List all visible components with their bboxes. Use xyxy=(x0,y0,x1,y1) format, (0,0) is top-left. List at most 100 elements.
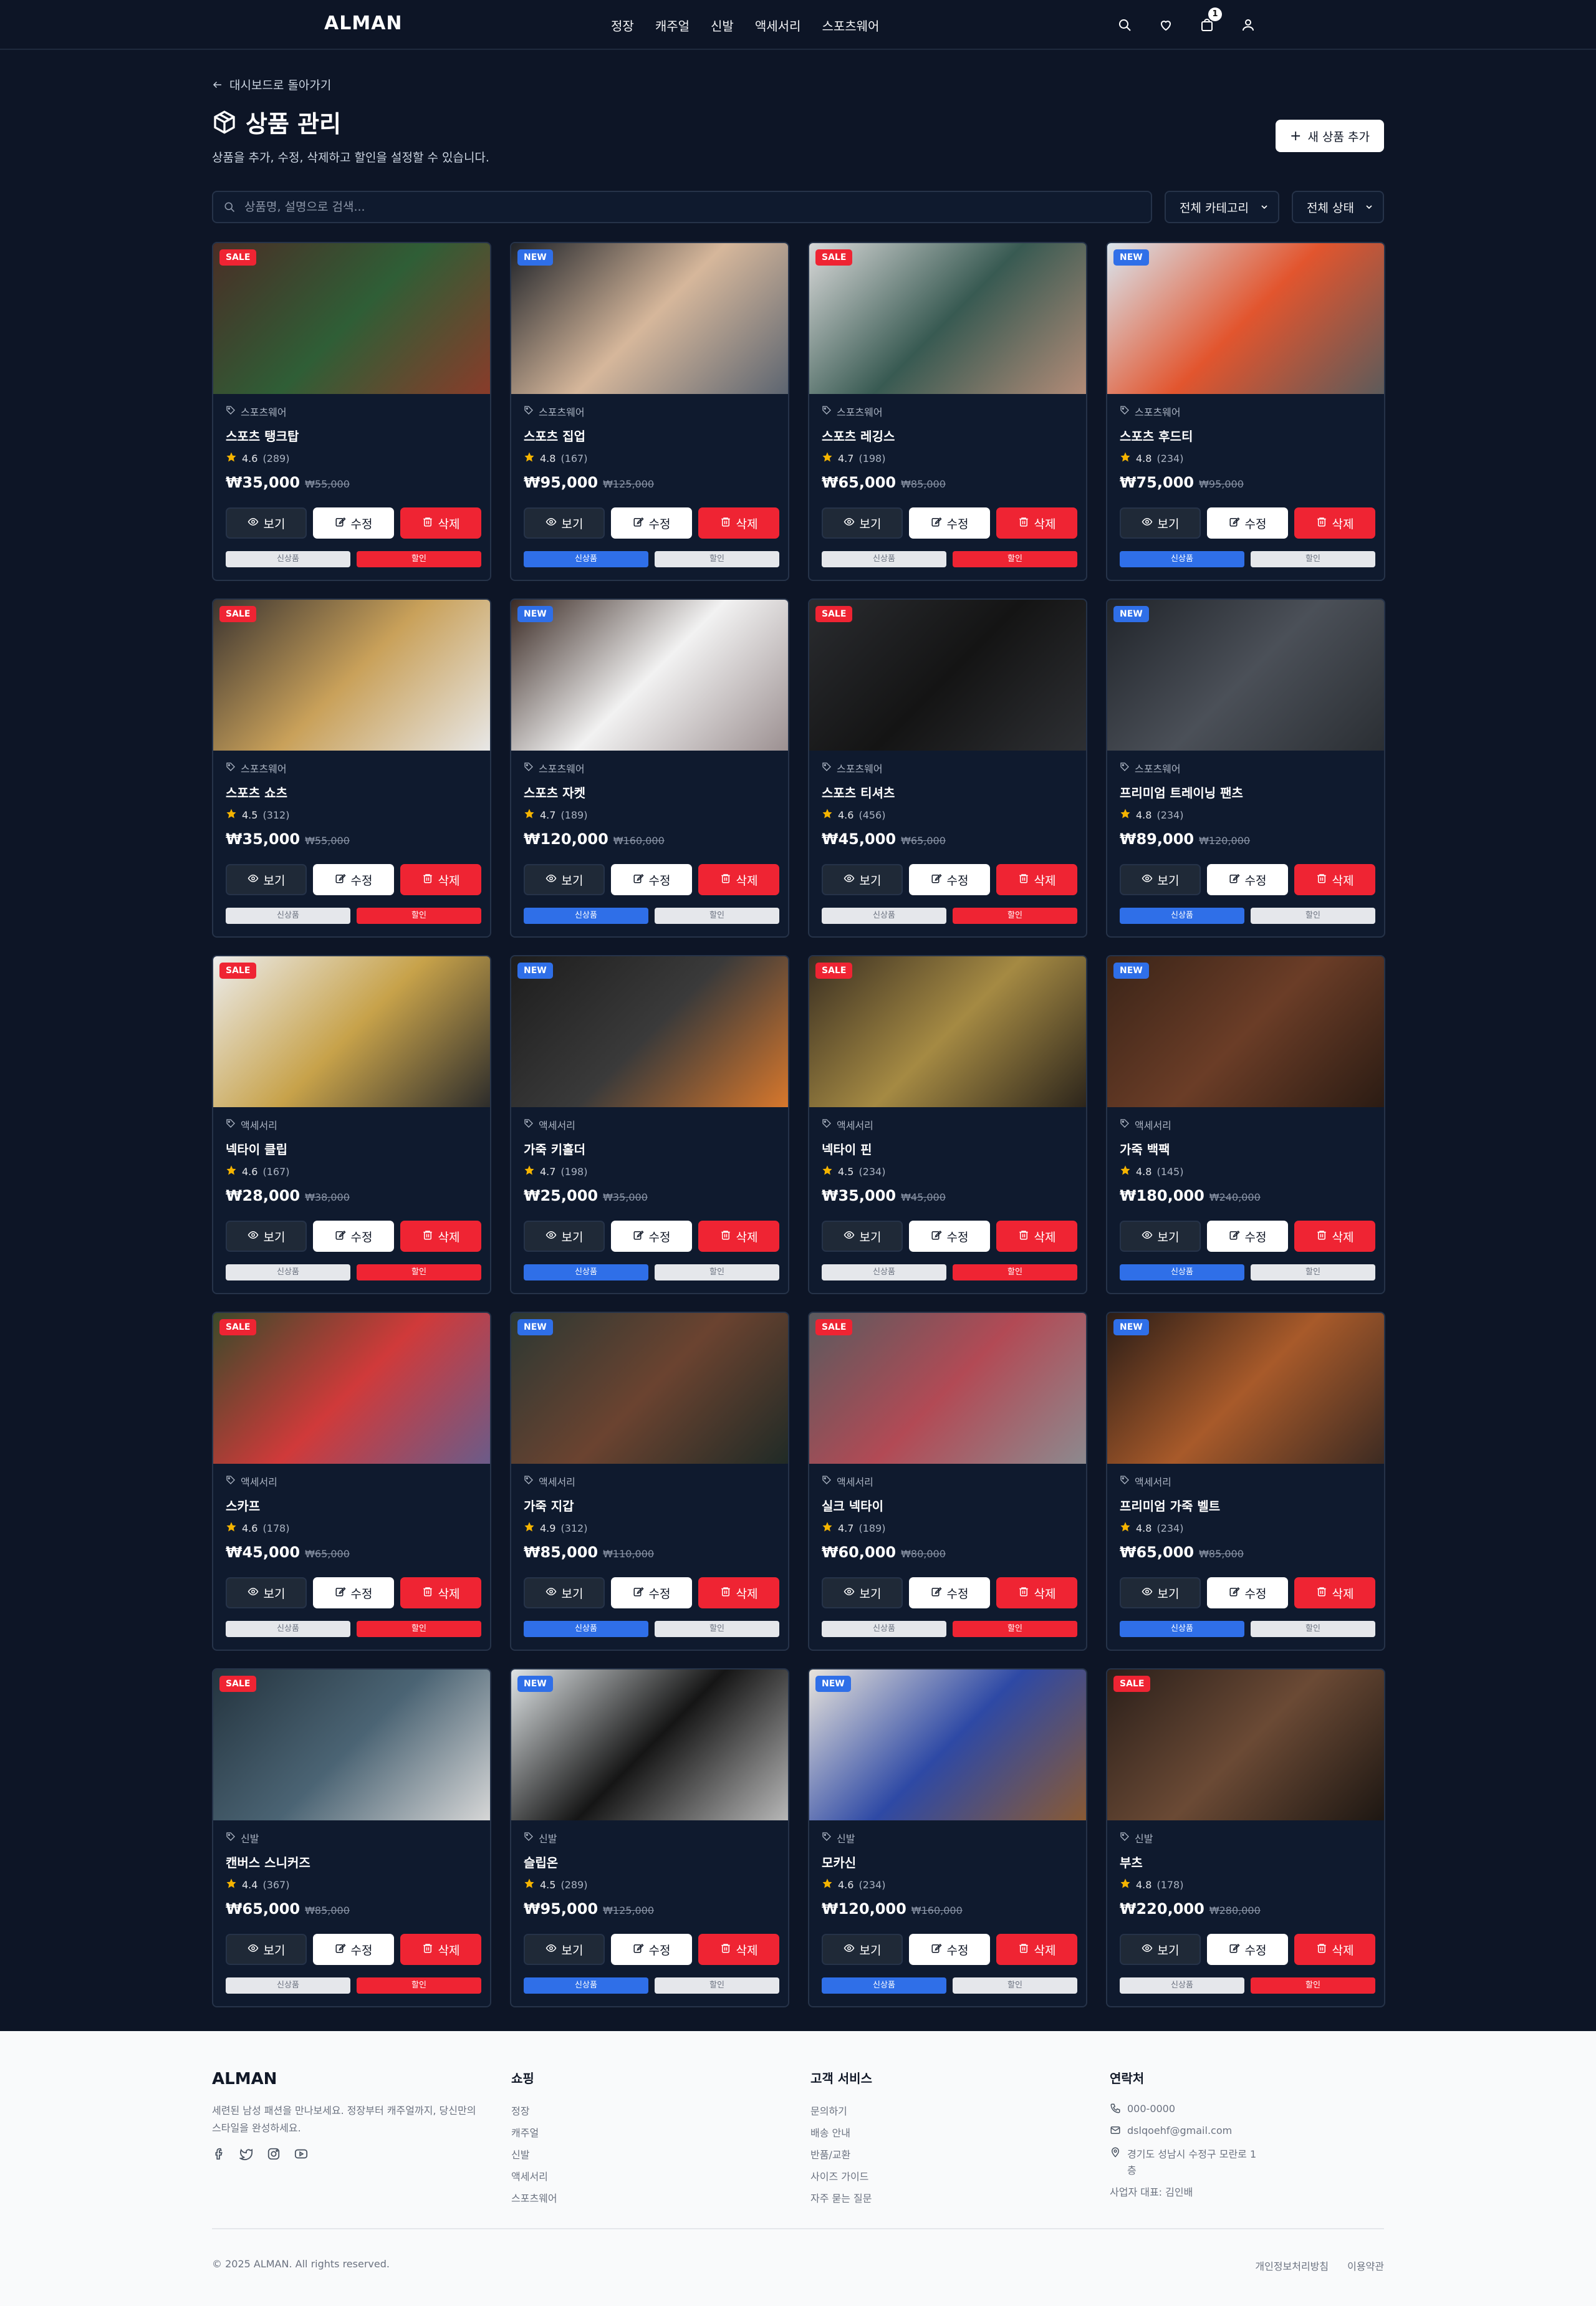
sale-toggle[interactable]: 할인 xyxy=(1251,1621,1375,1637)
delete-button[interactable]: 삭제 xyxy=(996,507,1077,539)
view-button[interactable]: 보기 xyxy=(1120,1934,1201,1965)
delete-button[interactable]: 삭제 xyxy=(1294,864,1375,895)
search-icon[interactable] xyxy=(1113,14,1136,36)
delete-button[interactable]: 삭제 xyxy=(996,864,1077,895)
sale-toggle[interactable]: 할인 xyxy=(655,1264,779,1280)
heart-icon[interactable] xyxy=(1155,14,1177,36)
nav-item-suits[interactable]: 정장 xyxy=(611,16,634,34)
sale-toggle[interactable]: 할인 xyxy=(655,1977,779,1994)
view-button[interactable]: 보기 xyxy=(822,1221,903,1252)
edit-button[interactable]: 수정 xyxy=(313,1221,394,1252)
edit-button[interactable]: 수정 xyxy=(1207,507,1288,539)
footer-link[interactable]: 사이즈 가이드 xyxy=(810,2168,872,2190)
nav-item-casual[interactable]: 캐주얼 xyxy=(655,16,690,34)
edit-button[interactable]: 수정 xyxy=(611,1221,692,1252)
new-product-toggle[interactable]: 신상품 xyxy=(226,1977,350,1994)
edit-button[interactable]: 수정 xyxy=(611,1577,692,1608)
new-product-toggle[interactable]: 신상품 xyxy=(226,1264,350,1280)
new-product-toggle[interactable]: 신상품 xyxy=(1120,1621,1244,1637)
view-button[interactable]: 보기 xyxy=(822,1577,903,1608)
delete-button[interactable]: 삭제 xyxy=(698,507,779,539)
view-button[interactable]: 보기 xyxy=(1120,507,1201,539)
footer-link[interactable]: 정장 xyxy=(511,2103,557,2125)
edit-button[interactable]: 수정 xyxy=(611,507,692,539)
delete-button[interactable]: 삭제 xyxy=(698,1577,779,1608)
sale-toggle[interactable]: 할인 xyxy=(953,1264,1077,1280)
edit-button[interactable]: 수정 xyxy=(909,1577,990,1608)
delete-button[interactable]: 삭제 xyxy=(1294,1221,1375,1252)
footer-link[interactable]: 신발 xyxy=(511,2146,557,2168)
sale-toggle[interactable]: 할인 xyxy=(357,1977,481,1994)
footer-link[interactable]: 스포츠웨어 xyxy=(511,2190,557,2212)
privacy-policy-link[interactable]: 개인정보처리방침 xyxy=(1255,2258,1329,2273)
view-button[interactable]: 보기 xyxy=(1120,1221,1201,1252)
view-button[interactable]: 보기 xyxy=(524,1934,605,1965)
nav-item-shoes[interactable]: 신발 xyxy=(711,16,734,34)
sale-toggle[interactable]: 할인 xyxy=(357,908,481,924)
sale-toggle[interactable]: 할인 xyxy=(1251,551,1375,567)
delete-button[interactable]: 삭제 xyxy=(400,507,481,539)
edit-button[interactable]: 수정 xyxy=(909,1934,990,1965)
new-product-toggle[interactable]: 신상품 xyxy=(822,1977,946,1994)
edit-button[interactable]: 수정 xyxy=(1207,1934,1288,1965)
new-product-toggle[interactable]: 신상품 xyxy=(524,551,648,567)
footer-link[interactable]: 자주 묻는 질문 xyxy=(810,2190,872,2212)
instagram-icon[interactable] xyxy=(267,2147,281,2161)
brand-logo[interactable]: ALMAN xyxy=(324,12,403,34)
view-button[interactable]: 보기 xyxy=(524,1221,605,1252)
sale-toggle[interactable]: 할인 xyxy=(357,1621,481,1637)
view-button[interactable]: 보기 xyxy=(1120,1577,1201,1608)
nav-item-accessories[interactable]: 액세서리 xyxy=(755,16,801,34)
new-product-toggle[interactable]: 신상품 xyxy=(524,908,648,924)
new-product-toggle[interactable]: 신상품 xyxy=(1120,1264,1244,1280)
nav-item-sportswear[interactable]: 스포츠웨어 xyxy=(822,16,879,34)
delete-button[interactable]: 삭제 xyxy=(1294,1577,1375,1608)
facebook-icon[interactable] xyxy=(212,2147,226,2161)
sale-toggle[interactable]: 할인 xyxy=(655,1621,779,1637)
edit-button[interactable]: 수정 xyxy=(313,864,394,895)
new-product-toggle[interactable]: 신상품 xyxy=(524,1621,648,1637)
edit-button[interactable]: 수정 xyxy=(611,864,692,895)
edit-button[interactable]: 수정 xyxy=(611,1934,692,1965)
sale-toggle[interactable]: 할인 xyxy=(357,1264,481,1280)
edit-button[interactable]: 수정 xyxy=(313,1577,394,1608)
delete-button[interactable]: 삭제 xyxy=(400,1221,481,1252)
sale-toggle[interactable]: 할인 xyxy=(1251,1977,1375,1994)
new-product-toggle[interactable]: 신상품 xyxy=(1120,908,1244,924)
view-button[interactable]: 보기 xyxy=(822,507,903,539)
edit-button[interactable]: 수정 xyxy=(909,864,990,895)
view-button[interactable]: 보기 xyxy=(822,864,903,895)
twitter-icon[interactable] xyxy=(239,2147,253,2161)
view-button[interactable]: 보기 xyxy=(524,1577,605,1608)
delete-button[interactable]: 삭제 xyxy=(400,1577,481,1608)
delete-button[interactable]: 삭제 xyxy=(698,864,779,895)
delete-button[interactable]: 삭제 xyxy=(996,1934,1077,1965)
footer-link[interactable]: 캐주얼 xyxy=(511,2125,557,2146)
sale-toggle[interactable]: 할인 xyxy=(655,551,779,567)
edit-button[interactable]: 수정 xyxy=(1207,864,1288,895)
new-product-toggle[interactable]: 신상품 xyxy=(1120,1977,1244,1994)
sale-toggle[interactable]: 할인 xyxy=(953,1977,1077,1994)
edit-button[interactable]: 수정 xyxy=(909,507,990,539)
category-select[interactable]: 전체 카테고리 xyxy=(1165,191,1279,223)
sale-toggle[interactable]: 할인 xyxy=(1251,1264,1375,1280)
sale-toggle[interactable]: 할인 xyxy=(655,908,779,924)
new-product-toggle[interactable]: 신상품 xyxy=(524,1264,648,1280)
footer-link[interactable]: 액세서리 xyxy=(511,2168,557,2190)
terms-link[interactable]: 이용약관 xyxy=(1347,2258,1384,2273)
delete-button[interactable]: 삭제 xyxy=(400,1934,481,1965)
view-button[interactable]: 보기 xyxy=(226,1221,307,1252)
view-button[interactable]: 보기 xyxy=(524,864,605,895)
status-select[interactable]: 전체 상태 xyxy=(1292,191,1384,223)
new-product-toggle[interactable]: 신상품 xyxy=(226,1621,350,1637)
delete-button[interactable]: 삭제 xyxy=(698,1221,779,1252)
new-product-toggle[interactable]: 신상품 xyxy=(822,1621,946,1637)
new-product-toggle[interactable]: 신상품 xyxy=(822,1264,946,1280)
new-product-toggle[interactable]: 신상품 xyxy=(226,908,350,924)
edit-button[interactable]: 수정 xyxy=(313,1934,394,1965)
sale-toggle[interactable]: 할인 xyxy=(357,551,481,567)
new-product-toggle[interactable]: 신상품 xyxy=(226,551,350,567)
sale-toggle[interactable]: 할인 xyxy=(953,551,1077,567)
user-icon[interactable] xyxy=(1237,14,1259,36)
edit-button[interactable]: 수정 xyxy=(1207,1577,1288,1608)
